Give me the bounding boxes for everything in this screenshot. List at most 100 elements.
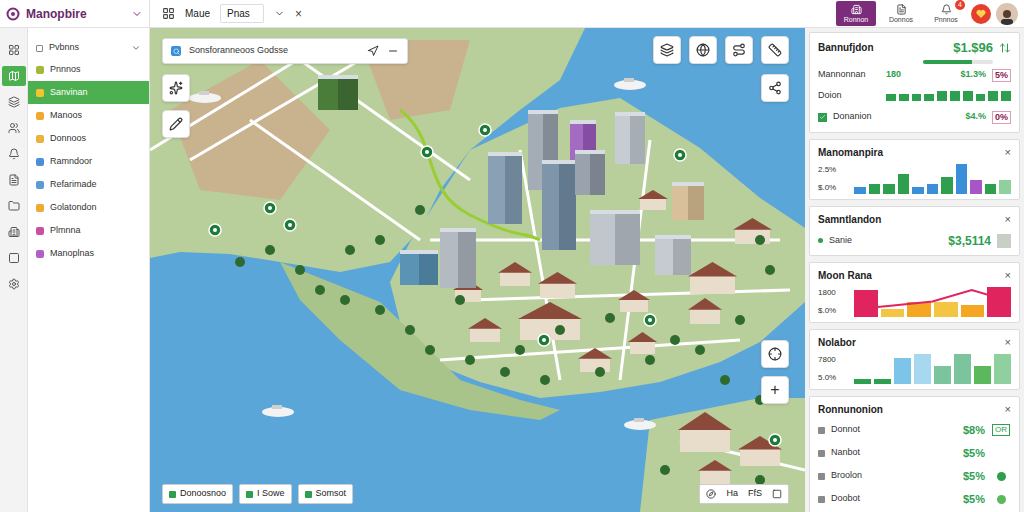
toolbar-item[interactable]: Maue — [185, 6, 210, 21]
rail-item[interactable] — [2, 40, 26, 60]
chevron-icon[interactable] — [131, 8, 143, 20]
rail-item[interactable] — [2, 248, 26, 268]
map-pin[interactable] — [538, 334, 550, 346]
map-pin[interactable] — [264, 202, 276, 214]
layer-chip[interactable]: Donoosnoo — [162, 484, 233, 504]
navigation-icon[interactable] — [367, 45, 379, 57]
checkbox[interactable] — [818, 113, 827, 122]
tab-icon — [896, 4, 907, 15]
chart-bar[interactable] — [874, 379, 891, 383]
sidebar-item[interactable]: Golatondon — [28, 196, 149, 219]
rail-item[interactable] — [2, 274, 26, 294]
summary-row[interactable]: Mannonnan180$1.3%5% — [818, 66, 1011, 85]
rail-item[interactable] — [2, 196, 26, 216]
map-pin[interactable] — [421, 146, 433, 158]
toolbar-field[interactable]: Pnas — [220, 4, 264, 23]
chart-bar[interactable] — [970, 180, 982, 193]
chart-bar[interactable] — [883, 184, 895, 194]
chart-bar[interactable] — [854, 187, 866, 194]
minus-icon[interactable] — [387, 45, 399, 57]
map-pin[interactable] — [479, 124, 491, 136]
tree — [555, 325, 565, 335]
map-pin[interactable] — [209, 224, 221, 236]
chart-bar[interactable] — [954, 354, 971, 384]
sidebar-header[interactable]: Pvbnns — [28, 38, 149, 58]
dropdown-icon[interactable] — [274, 8, 285, 19]
list-row[interactable]: Donnot$8%OR — [818, 420, 1011, 441]
pencil-button[interactable] — [162, 110, 190, 138]
map-pin[interactable] — [674, 149, 686, 161]
summary-row[interactable]: Donanion$4.%0% — [818, 108, 1011, 127]
layer-chip[interactable]: Somsot — [298, 484, 354, 504]
card-header: Ronnunonion× — [818, 402, 1011, 418]
app-icon[interactable] — [971, 4, 991, 24]
chart-bar[interactable] — [956, 164, 968, 194]
chart-bar[interactable] — [854, 290, 878, 316]
locate-button[interactable] — [761, 340, 789, 368]
chart-bar[interactable] — [881, 309, 905, 317]
sidebar-item[interactable]: Refarimade — [28, 173, 149, 196]
rail-item[interactable] — [2, 170, 26, 190]
map-pin[interactable] — [769, 434, 781, 446]
close-button[interactable]: × — [1005, 404, 1011, 415]
chart-bar[interactable] — [985, 184, 997, 194]
close-button[interactable]: × — [1005, 214, 1011, 225]
chart-bar[interactable] — [994, 354, 1011, 384]
header-tab[interactable]: Pnnnos4 — [926, 1, 966, 26]
status-item[interactable]: Ha — [726, 487, 738, 501]
ruler-button[interactable] — [761, 36, 789, 64]
user-avatar[interactable] — [996, 3, 1018, 25]
chart-bar[interactable] — [934, 302, 958, 317]
chart-bar[interactable] — [974, 366, 991, 383]
grid-icon[interactable] — [162, 7, 175, 20]
row-status — [991, 472, 1011, 481]
sidebar-item[interactable]: Manoos — [28, 104, 149, 127]
list-row[interactable]: Broolon$5% — [818, 466, 1011, 487]
sidebar-item[interactable]: Ramndoor — [28, 150, 149, 173]
list-row[interactable]: Doobot$5% — [818, 489, 1011, 510]
header-tab[interactable]: Donnos — [881, 1, 921, 26]
close-button[interactable]: × — [295, 5, 302, 23]
chart-bar[interactable] — [898, 174, 910, 194]
chart-bar[interactable] — [961, 305, 985, 316]
zoom-in-button[interactable]: + — [761, 376, 789, 404]
chart-bar[interactable] — [934, 366, 951, 383]
search-box[interactable]: Sonsforanneoos Godsse — [162, 38, 408, 64]
close-button[interactable]: × — [1005, 337, 1011, 348]
rail-item[interactable] — [2, 92, 26, 112]
sidebar-item[interactable]: Sanvinan — [28, 81, 149, 104]
chart-bar[interactable] — [999, 180, 1011, 193]
map-canvas[interactable] — [150, 28, 805, 512]
layer-chip[interactable]: I Sowe — [239, 484, 292, 504]
share-button[interactable] — [761, 74, 789, 102]
sidebar-item[interactable]: Plmnna — [28, 219, 149, 242]
layers-button[interactable] — [653, 36, 681, 64]
chart-bar[interactable] — [854, 379, 871, 383]
sidebar-item[interactable]: Manoplnas — [28, 242, 149, 265]
route-button[interactable] — [725, 36, 753, 64]
map-pin[interactable] — [644, 314, 656, 326]
chart-bar[interactable] — [941, 177, 953, 194]
summary-row[interactable]: Doion — [818, 87, 1011, 106]
rail-item[interactable] — [2, 118, 26, 138]
close-button[interactable]: × — [1005, 270, 1011, 281]
status-item[interactable]: FfS — [748, 487, 762, 501]
chart-bar[interactable] — [927, 184, 939, 194]
sidebar-item[interactable]: Donnoos — [28, 127, 149, 150]
chart-bar[interactable] — [912, 187, 924, 194]
rail-item[interactable] — [2, 222, 26, 242]
list-row[interactable]: Nanbot$5% — [818, 443, 1011, 464]
globe-button[interactable] — [689, 36, 717, 64]
sidebar-item[interactable]: Pnnnos — [28, 58, 149, 81]
header-tab[interactable]: Ronnon — [836, 1, 876, 26]
magic-button[interactable] — [162, 74, 190, 102]
map-pin[interactable] — [284, 219, 296, 231]
rail-item[interactable] — [2, 66, 26, 86]
chart-bar[interactable] — [987, 287, 1011, 317]
brand[interactable]: Manopbire — [0, 0, 150, 27]
chart-bar[interactable] — [914, 354, 931, 384]
close-button[interactable]: × — [1005, 147, 1011, 158]
chart-bar[interactable] — [894, 358, 911, 384]
chart-bar[interactable] — [869, 184, 881, 194]
rail-item[interactable] — [2, 144, 26, 164]
